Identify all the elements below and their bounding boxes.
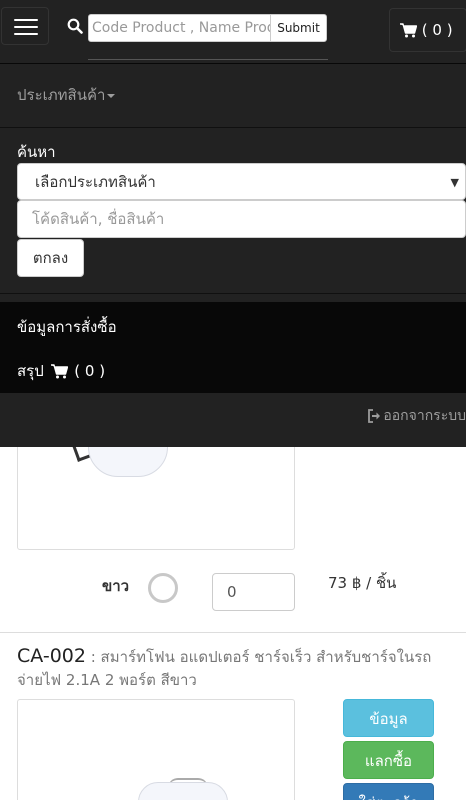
product-code: CA-002	[17, 645, 86, 667]
search-section-label: ค้นหา	[17, 143, 56, 161]
keyword-input[interactable]	[17, 200, 466, 238]
product-divider	[0, 632, 466, 633]
menu-toggle-button[interactable]	[1, 7, 49, 45]
color-radio[interactable]	[148, 573, 178, 603]
category-dropdown[interactable]: ประเภทสินค้า	[17, 83, 116, 107]
order-info-title[interactable]: ข้อมูลการสั่งซื้อ	[17, 315, 117, 339]
header-cart-button[interactable]: ( 0 )	[389, 8, 466, 52]
quantity-input[interactable]	[212, 573, 295, 611]
header-cart-count: ( 0 )	[421, 21, 453, 39]
navbar: Submit ( 0 ) ประเภทสินค้า ค้นหา เลือกประ…	[0, 0, 466, 447]
product-title: CA-002 : สมาร์ทโฟน อแดปเตอร์ ชาร์จเร็ว ส…	[17, 645, 457, 692]
caret-down-icon	[107, 93, 116, 98]
top-bar: Submit ( 0 )	[0, 0, 466, 64]
search-underline	[88, 59, 328, 60]
charger-graphic	[138, 782, 228, 800]
summary-count: ( 0 )	[74, 362, 106, 380]
menu-divider	[0, 293, 466, 294]
order-summary-link[interactable]: สรุป ( 0 )	[17, 359, 105, 383]
add-to-cart-button[interactable]: ใส่ตะกร้า	[343, 783, 434, 800]
summary-label: สรุป	[17, 362, 44, 380]
cart-icon	[400, 23, 417, 38]
select-arrow-icon: ▼	[450, 176, 459, 189]
cart-icon	[50, 364, 68, 379]
redeem-button[interactable]: แลกซื้อ	[343, 741, 434, 779]
category-select[interactable]: เลือกประเภทสินค้า ▼	[17, 163, 466, 200]
hamburger-icon	[14, 19, 38, 21]
logout-icon	[368, 409, 381, 423]
category-select-value: เลือกประเภทสินค้า	[35, 173, 156, 191]
hamburger-icon-line	[14, 26, 38, 28]
search-ok-button[interactable]: ตกลง	[17, 239, 84, 277]
menu-divider	[0, 127, 466, 128]
search-icon	[67, 18, 83, 34]
search-input[interactable]	[88, 14, 272, 42]
color-option-label: ขาว	[102, 577, 130, 595]
hamburger-icon-line	[14, 33, 38, 35]
logout-link[interactable]: ออกจากระบบ	[367, 405, 466, 427]
category-dropdown-label: ประเภทสินค้า	[17, 86, 106, 104]
order-info-panel: ข้อมูลการสั่งซื้อ สรุป ( 0 )	[0, 302, 466, 393]
product-info-button[interactable]: ข้อมูล	[343, 699, 434, 737]
search-submit-button[interactable]: Submit	[270, 14, 327, 42]
product-image[interactable]	[17, 699, 295, 800]
unit-price: 73 ฿ / ชิ้น	[328, 574, 397, 592]
logout-label: ออกจากระบบ	[383, 408, 466, 424]
